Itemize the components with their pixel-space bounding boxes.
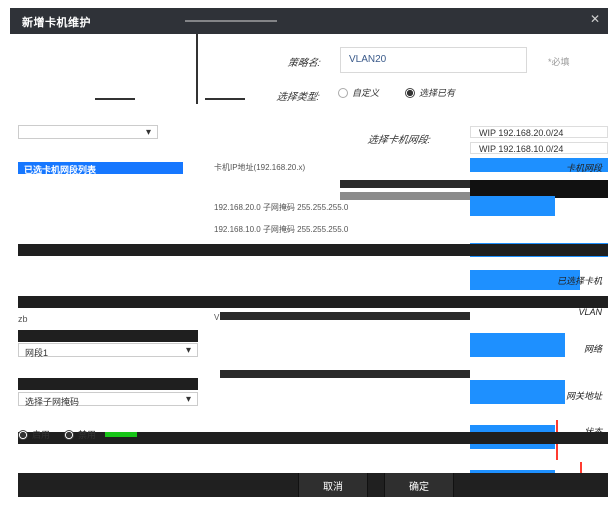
left-radio-enable-label: 启用 (32, 430, 51, 440)
policy-required-hint: *必填 (548, 57, 570, 67)
middle-line: 192.168.10.0 子网掩码 255.255.255.0 (214, 225, 349, 234)
horizontal-bar (18, 244, 608, 256)
policy-name-input[interactable]: VLAN20 (340, 47, 527, 73)
right-label: 网关地址 (565, 391, 602, 401)
left-line (95, 98, 135, 100)
right-blue-block (470, 380, 565, 404)
left-radio-enable[interactable]: 启用 (18, 428, 50, 441)
field-a-caret: ▾ (185, 345, 191, 356)
right-blue-block (470, 333, 565, 357)
right-label: 网络 (583, 344, 602, 354)
title-decoration (185, 20, 277, 22)
radio-dot (338, 87, 348, 98)
middle-line: 卡机IP地址(192.168.20.x) (214, 163, 306, 172)
radio-dot-checked (405, 87, 415, 98)
mode-radio-custom-label: 自定义 (352, 88, 380, 98)
mode-radio-existing-label: 选择已有 (419, 88, 456, 98)
left-line (205, 98, 245, 100)
green-indicator (105, 432, 137, 437)
middle-bar (340, 180, 470, 188)
right-label: VLAN (578, 307, 602, 317)
dialog-titlebar: 新增卡机维护 ✕ (10, 8, 608, 34)
close-icon[interactable]: ✕ (590, 12, 600, 26)
network-option[interactable]: WIP 192.168.20.0/24 (470, 126, 608, 138)
field-b-dropdown[interactable]: 选择子网掩码 ▾ (18, 392, 198, 407)
left-selected-text: 已选卡机网段列表 (24, 165, 97, 175)
policy-label: 策略名: (286, 58, 322, 69)
radio-dot-checked (18, 429, 28, 440)
horizontal-bar (18, 296, 608, 308)
left-radio-disable[interactable]: 禁用 (64, 428, 96, 441)
field-b-caret: ▾ (185, 394, 191, 405)
ok-button[interactable]: 确定 (384, 473, 454, 497)
right-blue-block (470, 196, 555, 216)
right-label: 卡机网段 (565, 163, 602, 173)
network-option[interactable]: WIP 192.168.10.0/24 (470, 142, 608, 154)
horizontal-bar (18, 330, 198, 342)
dialog-title: 新增卡机维护 (22, 17, 91, 29)
left-radio-disable-label: 禁用 (78, 430, 97, 440)
mode-radio-custom[interactable]: 自定义 (338, 86, 379, 99)
mode-label: 选择类型: (275, 92, 321, 103)
left-short-text: zb (18, 314, 28, 324)
middle-line: 192.168.20.0 子网掩码 255.255.255.0 (214, 203, 349, 212)
cancel-button[interactable]: 取消 (298, 473, 368, 497)
middle-bar (220, 370, 470, 378)
horizontal-bar (18, 378, 198, 390)
field-a-text: 网段1 (25, 348, 49, 358)
left-top-dropdown-caret: ▾ (145, 127, 151, 138)
mode-radio-existing[interactable]: 选择已有 (405, 86, 455, 99)
left-selected-item[interactable]: 已选卡机网段列表 (18, 162, 183, 175)
radio-dot-checked (64, 429, 74, 440)
right-label: 已选择卡机 (556, 276, 602, 286)
middle-bar (220, 312, 470, 320)
nic-label: 选择卡机网段: (366, 135, 432, 146)
middle-bar (340, 192, 470, 200)
field-b-text: 选择子网掩码 (25, 397, 80, 407)
left-top-dropdown[interactable]: ▾ (18, 125, 158, 139)
vertical-divider (196, 34, 198, 104)
field-a-dropdown[interactable]: 网段1 ▾ (18, 343, 198, 358)
